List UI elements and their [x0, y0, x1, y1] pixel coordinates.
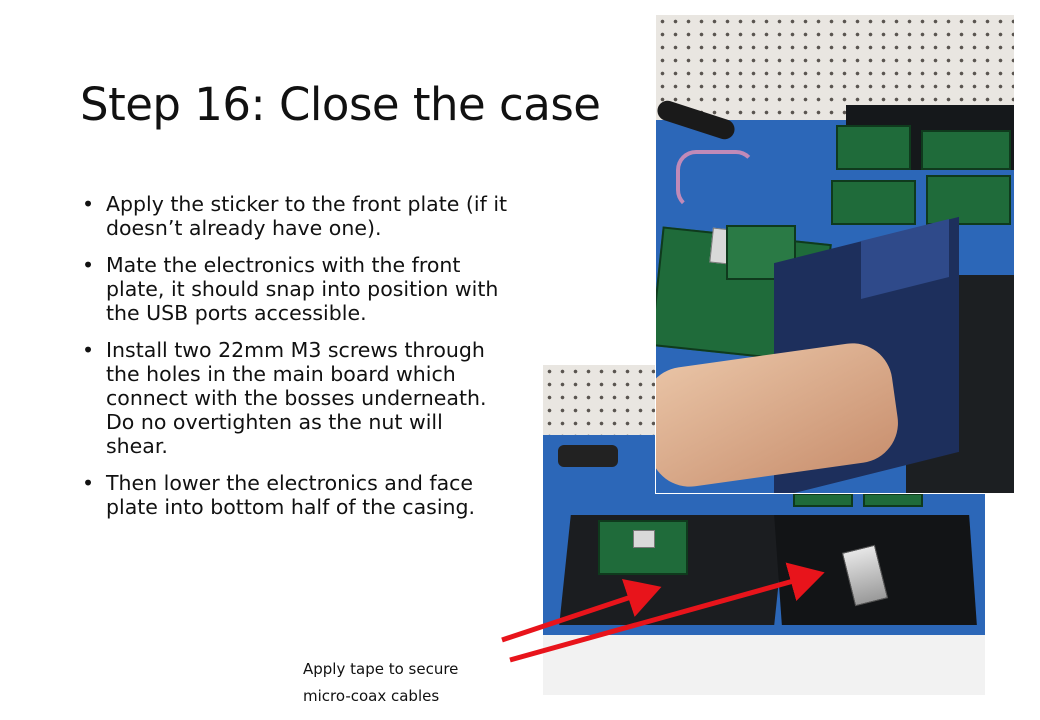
list-item: • Then lower the electronics and face pla… [80, 471, 510, 519]
bullet-marker: • [82, 253, 95, 277]
bullet-marker: • [82, 338, 95, 362]
list-item: • Apply the sticker to the front plate (i… [80, 192, 510, 240]
caption-line: micro-coax cables [303, 687, 440, 705]
tape-callout: Apply tape to secure micro-coax cables [303, 656, 458, 710]
bench-edge [543, 635, 985, 695]
photo-front-plate [655, 14, 1015, 494]
bullet-marker: • [82, 471, 95, 495]
ribbon-cable [676, 150, 756, 210]
bullet-text: Apply the sticker to the front plate (if… [106, 192, 508, 240]
bullet-marker: • [82, 192, 95, 216]
cable-clamp [558, 445, 618, 467]
board-background [831, 180, 916, 225]
bullet-text: Mate the electronics with the front plat… [106, 253, 499, 325]
bullet-text: Install two 22mm M3 screws through the h… [106, 338, 487, 458]
list-item: • Install two 22mm M3 screws through the … [80, 338, 510, 458]
board-background [921, 130, 1011, 170]
list-item: • Mate the electronics with the front pla… [80, 253, 510, 325]
board-background [926, 175, 1011, 225]
spare-board [793, 493, 853, 507]
board-background [836, 125, 911, 170]
bullet-text: Then lower the electronics and face plat… [106, 471, 476, 519]
slide-title: Step 16: Close the case [80, 78, 601, 131]
chip [633, 530, 655, 548]
spare-board [863, 493, 923, 507]
caption-line: Apply tape to secure [303, 660, 459, 678]
instruction-list: • Apply the sticker to the front plate (i… [80, 192, 510, 532]
